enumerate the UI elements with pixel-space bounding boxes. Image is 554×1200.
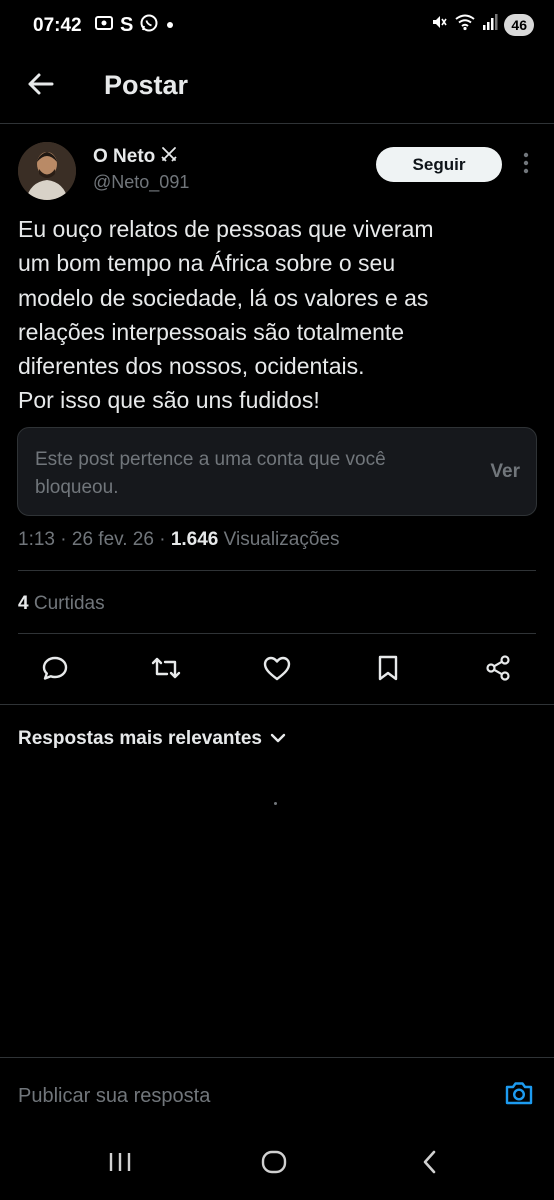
bookmark-button[interactable] xyxy=(370,652,406,688)
likes-label: Curtidas xyxy=(33,593,105,614)
author-handle[interactable]: @Neto_091 xyxy=(93,172,189,193)
author-name-text: O Neto xyxy=(93,146,156,167)
chevron-down-icon xyxy=(270,728,286,750)
system-back-button[interactable] xyxy=(410,1148,450,1180)
repost-icon xyxy=(150,654,182,687)
loading-indicator xyxy=(274,802,277,805)
mute-icon xyxy=(430,13,448,36)
reply-bar: Publicar sua resposta xyxy=(0,1058,554,1126)
dot-icon xyxy=(165,17,175,35)
more-options-button[interactable] xyxy=(516,150,536,180)
meta-separator: · xyxy=(60,529,72,550)
replies-sort-label: Respostas mais relevantes xyxy=(18,728,262,749)
reply-button[interactable] xyxy=(37,652,73,688)
recent-apps-button[interactable] xyxy=(100,1148,140,1180)
repost-button[interactable] xyxy=(148,652,184,688)
share-icon xyxy=(484,654,512,687)
reply-input[interactable]: Publicar sua resposta xyxy=(18,1085,210,1108)
battery-indicator: 46 xyxy=(504,13,534,36)
replies-sort-dropdown[interactable]: Respostas mais relevantes xyxy=(18,728,286,750)
signal-icon xyxy=(482,13,498,36)
follow-button[interactable]: Seguir xyxy=(376,147,502,182)
post-actions xyxy=(0,652,554,688)
chevron-left-icon xyxy=(420,1149,440,1180)
status-right-icons: 46 xyxy=(430,13,534,36)
meta-divider xyxy=(18,570,536,571)
back-button[interactable] xyxy=(22,68,58,104)
status-bar: 07:42 S 46 xyxy=(0,0,554,52)
crossed-swords-icon xyxy=(160,145,178,169)
post-meta: 1:13 · 26 fev. 26 · 1.646 Visualizações xyxy=(18,529,339,551)
blocked-notice: Este post pertence a uma conta que você … xyxy=(35,449,386,498)
blocked-quote-card: Este post pertence a uma conta que você … xyxy=(17,427,537,516)
page-title: Postar xyxy=(104,70,189,100)
more-vertical-icon xyxy=(523,152,529,179)
post-text: Eu ouço relatos de pessoas que viveram u… xyxy=(18,216,434,414)
views-label: Visualizações xyxy=(223,529,340,550)
wifi-icon xyxy=(454,13,476,36)
actions-divider xyxy=(0,704,554,705)
likes-count: 4 xyxy=(18,593,29,614)
status-time: 07:42 xyxy=(33,15,82,36)
status-left-icons: S xyxy=(94,13,175,38)
camera-button[interactable] xyxy=(502,1078,536,1112)
header-divider xyxy=(0,123,554,124)
post-date: 26 fev. 26 xyxy=(71,529,154,550)
s-app-icon: S xyxy=(120,14,134,36)
app-header: Postar xyxy=(0,52,554,122)
screenshot-icon xyxy=(94,14,114,37)
author-name[interactable]: O Neto xyxy=(93,145,178,169)
likes-summary[interactable]: 4 Curtidas xyxy=(18,593,105,615)
camera-icon xyxy=(504,1080,534,1111)
arrow-left-icon xyxy=(26,72,54,101)
like-icon xyxy=(262,654,292,687)
bookmark-icon xyxy=(376,654,400,687)
system-nav-bar xyxy=(0,1128,554,1200)
meta-separator: · xyxy=(159,529,171,550)
home-button[interactable] xyxy=(254,1148,294,1180)
like-button[interactable] xyxy=(259,652,295,688)
home-icon xyxy=(261,1149,287,1180)
share-button[interactable] xyxy=(480,652,516,688)
view-button[interactable]: Ver xyxy=(490,461,520,483)
views-count: 1.646 xyxy=(170,529,219,550)
likes-divider xyxy=(18,633,536,634)
whatsapp-icon xyxy=(139,13,159,38)
avatar[interactable] xyxy=(18,142,76,200)
post-time: 1:13 xyxy=(18,529,55,550)
recent-apps-icon xyxy=(107,1151,133,1178)
reply-icon xyxy=(41,654,69,687)
